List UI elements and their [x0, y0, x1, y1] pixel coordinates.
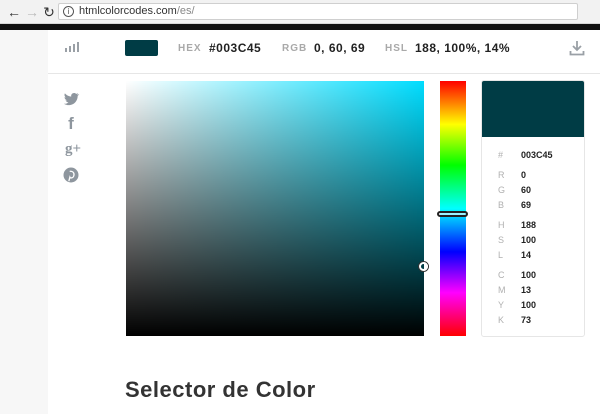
info-icon[interactable]: i [63, 6, 74, 17]
arrow-left-icon[interactable]: ← [6, 4, 22, 20]
m-value[interactable]: 13 [521, 285, 531, 295]
bar-chart-icon[interactable] [65, 42, 81, 52]
saturation-value-handle[interactable] [419, 262, 428, 271]
hue-slider-handle[interactable] [437, 211, 468, 217]
sidebar [0, 30, 48, 414]
facebook-icon[interactable]: f [62, 115, 80, 133]
arrow-right-icon[interactable]: → [24, 4, 40, 20]
h-value[interactable]: 188 [521, 220, 536, 230]
browser-toolbar: ← → ↻ i htmlcolorcodes.com/es/ [0, 0, 600, 24]
rgb-value[interactable]: 0, 60, 69 [314, 41, 365, 55]
y-value[interactable]: 100 [521, 300, 536, 310]
twitter-icon[interactable] [62, 90, 80, 108]
hue-slider[interactable] [440, 81, 466, 336]
color-info-card: # 003C45 R 0 G 60 B 69 H 188 S 100 L 14 … [481, 80, 585, 337]
hsl-label: HSL [385, 43, 408, 54]
color-preview [482, 81, 584, 137]
hsl-value[interactable]: 188, 100%, 14% [415, 41, 510, 55]
c-value[interactable]: 100 [521, 270, 536, 280]
hex-label: HEX [178, 43, 202, 54]
address-bar[interactable]: i htmlcolorcodes.com/es/ [58, 3, 578, 20]
k-value[interactable]: 73 [521, 315, 531, 325]
g-value[interactable]: 60 [521, 185, 531, 195]
hex-key: # [498, 150, 504, 160]
download-icon[interactable] [569, 40, 585, 56]
url-text: htmlcolorcodes.com/es/ [79, 5, 195, 17]
hex-code[interactable]: 003C45 [521, 150, 553, 160]
l-value[interactable]: 14 [521, 250, 531, 260]
rgb-label: RGB [282, 43, 308, 54]
page-heading: Selector de Color [125, 377, 316, 402]
hex-value[interactable]: #003C45 [209, 41, 261, 55]
b-value[interactable]: 69 [521, 200, 531, 210]
s-value[interactable]: 100 [521, 235, 536, 245]
pinterest-icon[interactable] [62, 166, 80, 184]
r-value[interactable]: 0 [521, 170, 526, 180]
saturation-value-picker[interactable] [126, 81, 424, 336]
google-plus-icon[interactable]: g+ [62, 140, 84, 158]
reload-icon[interactable]: ↻ [41, 4, 57, 20]
current-color-swatch [125, 40, 158, 56]
